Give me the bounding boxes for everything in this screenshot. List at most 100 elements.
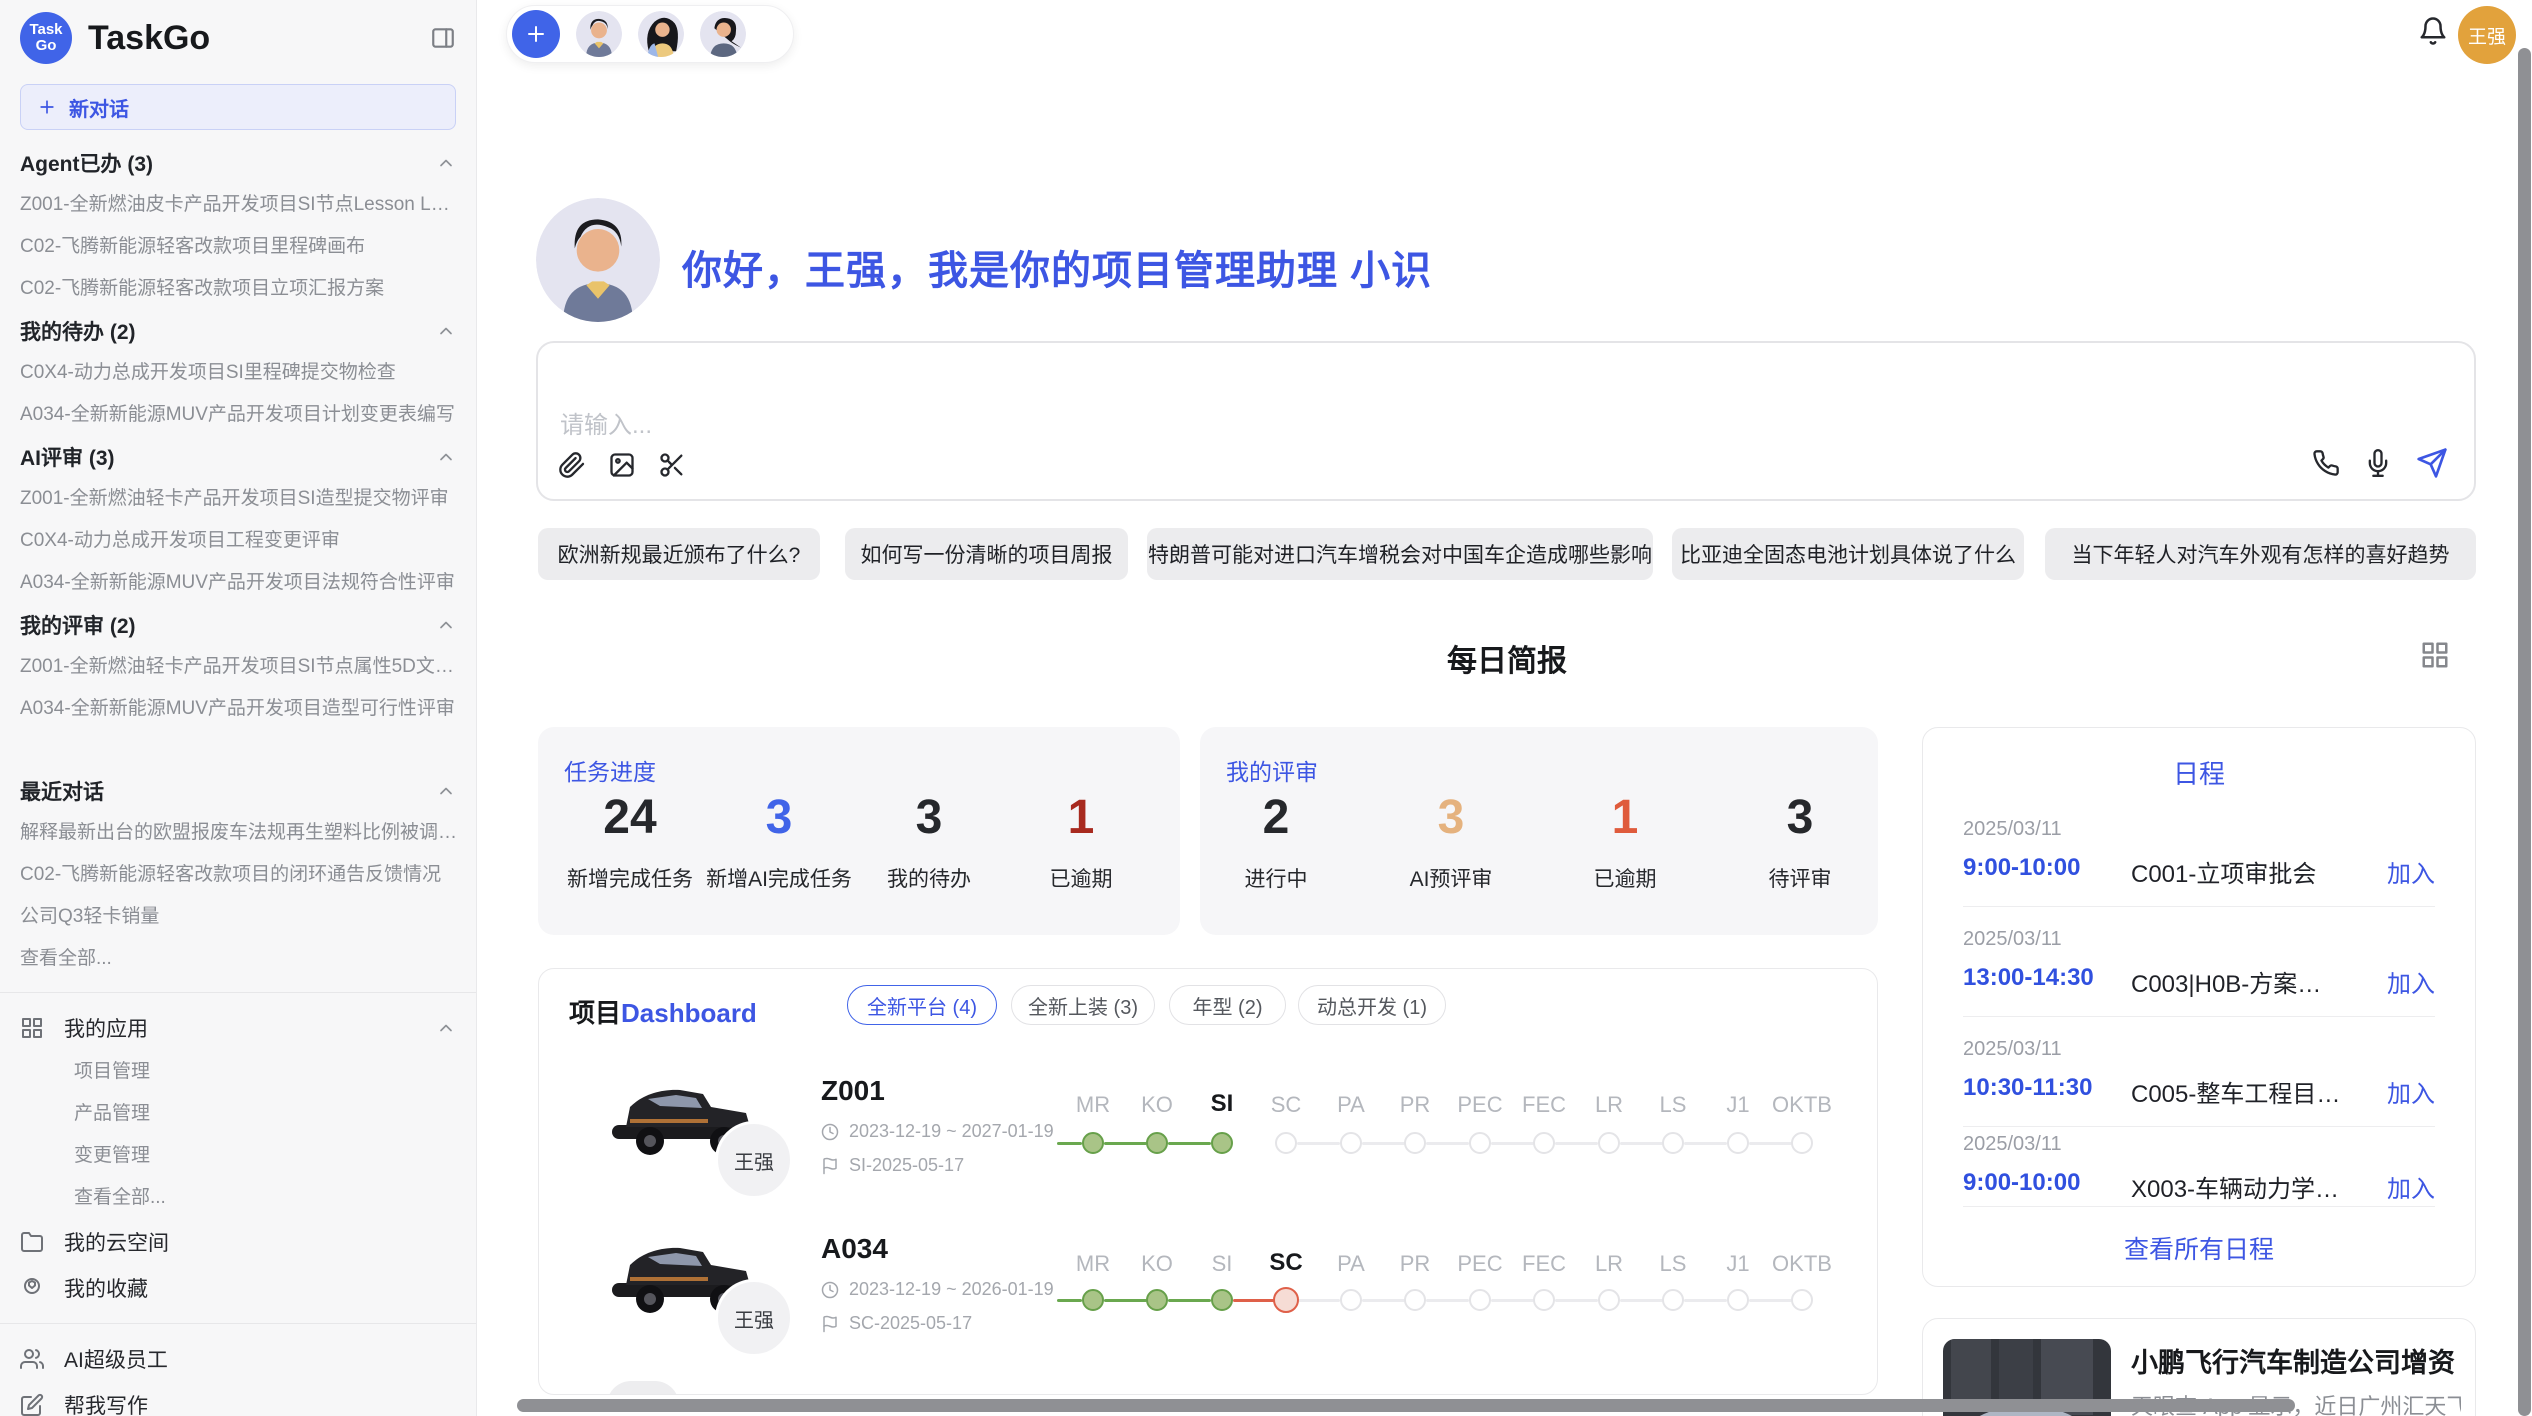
section-recent-chats[interactable]: 最近对话	[0, 770, 476, 812]
sidebar-item-ai-employee[interactable]: AI超级员工	[0, 1336, 476, 1382]
join-button[interactable]: 加入	[2387, 854, 2435, 889]
section-my-todo[interactable]: 我的待办 (2)	[0, 310, 476, 352]
list-item[interactable]: C02-飞腾新能源轻客改款项目的闭环通告反馈情况	[0, 854, 476, 896]
list-item[interactable]: Z001-全新燃油轻卡产品开发项目SI节点属性5D文件评审	[0, 646, 476, 688]
list-item[interactable]: A034-全新新能源MUV产品开发项目法规符合性评审	[0, 562, 476, 604]
event-time: 13:00-14:30	[1963, 964, 2094, 992]
suggestion-chip[interactable]: 特朗普可能对进口汽车增税会对中国车企造成哪些影响	[1147, 528, 1653, 580]
milestone-label: SC	[1269, 1249, 1302, 1277]
section-title: 我的评审 (2)	[20, 610, 136, 640]
tab-new-body[interactable]: 全新上装 (3)	[1011, 985, 1155, 1025]
section-ai-review[interactable]: AI评审 (3)	[0, 436, 476, 478]
chat-input[interactable]: 请输入...	[560, 405, 652, 440]
new-session-button[interactable]	[512, 10, 560, 58]
milestone-node	[1469, 1289, 1491, 1311]
schedule-title: 日程	[1923, 754, 2475, 791]
tab-powertrain[interactable]: 动总开发 (1)	[1298, 985, 1446, 1025]
phone-icon[interactable]	[2312, 449, 2340, 477]
milestone-label: LS	[1660, 1092, 1687, 1118]
card-title: 任务进度	[564, 753, 656, 787]
chat-composer: 请输入...	[536, 341, 2476, 501]
list-item[interactable]: C0X4-动力总成开发项目工程变更评审	[0, 520, 476, 562]
divider	[0, 1323, 476, 1324]
grid-icon	[20, 1016, 44, 1040]
project-dashboard-card: 项目Dashboard 全新平台 (4) 全新上装 (3) 年型 (2) 动总开…	[538, 968, 1878, 1395]
sidebar-item-project-mgmt[interactable]: 项目管理	[0, 1051, 476, 1093]
suggestion-chip[interactable]: 比亚迪全固态电池计划具体说了什么	[1672, 528, 2024, 580]
sidebar-item-favorites[interactable]: 我的收藏	[0, 1265, 476, 1311]
sidebar-item-change-mgmt[interactable]: 变更管理	[0, 1135, 476, 1177]
view-all-apps[interactable]: 查看全部...	[0, 1177, 476, 1219]
send-icon[interactable]	[2416, 447, 2448, 479]
suggestion-chip[interactable]: 当下年轻人对汽车外观有怎样的喜好趋势	[2045, 528, 2476, 580]
divider	[1963, 1206, 2435, 1207]
avatar[interactable]	[700, 11, 746, 57]
list-item[interactable]: C02-飞腾新能源轻客改款项目里程碑画布	[0, 226, 476, 268]
image-icon[interactable]	[608, 451, 636, 479]
milestone-label: LR	[1595, 1092, 1623, 1118]
edit-icon	[20, 1393, 44, 1416]
user-avatar[interactable]: 王强	[2458, 6, 2516, 64]
milestone-node	[1727, 1132, 1749, 1154]
next-row-peek	[607, 1381, 679, 1395]
tab-year-model[interactable]: 年型 (2)	[1169, 985, 1286, 1025]
attachment-icon[interactable]	[558, 451, 586, 479]
stat-value: 3	[1685, 793, 1915, 843]
suggestion-chip[interactable]: 如何写一份清晰的项目周报	[845, 528, 1128, 580]
owner-name: 王强	[734, 1146, 774, 1175]
milestone-label: J1	[1726, 1092, 1749, 1118]
view-all-schedule[interactable]: 查看所有日程	[1923, 1230, 2475, 1266]
project-code[interactable]: Z001	[821, 1075, 885, 1107]
suggestion-chip[interactable]: 欧洲新规最近颁布了什么?	[538, 528, 820, 580]
list-item[interactable]: Z001-全新燃油皮卡产品开发项目SI节点Lesson Learn报告	[0, 184, 476, 226]
mic-icon[interactable]	[2364, 449, 2392, 477]
milestone-node	[1211, 1132, 1233, 1154]
view-all-chats[interactable]: 查看全部...	[0, 938, 476, 980]
join-button[interactable]: 加入	[2387, 1074, 2435, 1109]
list-item[interactable]: A034-全新新能源MUV产品开发项目计划变更表编写	[0, 394, 476, 436]
event-title: C005-整车工程目标评审	[2131, 1074, 2341, 1109]
vertical-scrollbar[interactable]	[2518, 48, 2531, 1416]
milestone-node	[1533, 1132, 1555, 1154]
milestone-label: SI	[1211, 1090, 1234, 1118]
section-agent-done[interactable]: Agent已办 (3)	[0, 142, 476, 184]
project-code[interactable]: A034	[821, 1233, 888, 1265]
greeting-text: 你好，王强，我是你的项目管理助理 小识	[682, 238, 1432, 296]
horizontal-scrollbar[interactable]	[517, 1399, 2295, 1412]
join-button[interactable]: 加入	[2387, 1169, 2435, 1204]
list-item[interactable]: A034-全新新能源MUV产品开发项目造型可行性评审	[0, 688, 476, 730]
join-button[interactable]: 加入	[2387, 964, 2435, 999]
sidebar-item-my-apps[interactable]: 我的应用	[0, 1005, 476, 1051]
milestone-node	[1146, 1289, 1168, 1311]
app-title: TaskGo	[88, 19, 414, 58]
clock-icon	[821, 1281, 839, 1299]
owner-name: 王强	[734, 1304, 774, 1333]
list-item[interactable]: 解释最新出台的欧盟报废车法规再生塑料比例被调至15%...	[0, 812, 476, 854]
new-chat-button[interactable]: 新对话	[20, 84, 456, 130]
list-item[interactable]: Z001-全新燃油轻卡产品开发项目SI造型提交物评审	[0, 478, 476, 520]
event-date: 2025/03/11	[1963, 1133, 2062, 1156]
avatar[interactable]	[638, 11, 684, 57]
project-flag: SC-2025-05-17	[821, 1313, 972, 1334]
scissors-icon[interactable]	[658, 451, 686, 479]
list-item[interactable]: C02-飞腾新能源轻客改款项目立项汇报方案	[0, 268, 476, 310]
sidebar-collapse-icon[interactable]	[430, 25, 456, 51]
milestone-label: FEC	[1522, 1092, 1566, 1118]
logo-line1: Task	[29, 22, 62, 38]
sidebar-item-product-mgmt[interactable]: 产品管理	[0, 1093, 476, 1135]
list-item[interactable]: C0X4-动力总成开发项目SI里程碑提交物检查	[0, 352, 476, 394]
notification-bell-icon[interactable]	[2418, 16, 2448, 46]
list-item[interactable]: 公司Q3轻卡销量	[0, 896, 476, 938]
tab-new-platform[interactable]: 全新平台 (4)	[847, 985, 997, 1025]
layout-grid-icon[interactable]	[2420, 640, 2450, 670]
milestone-node	[1598, 1289, 1620, 1311]
milestone-node	[1469, 1132, 1491, 1154]
milestone-label: PR	[1400, 1092, 1431, 1118]
event-date: 2025/03/11	[1963, 818, 2062, 841]
section-my-review[interactable]: 我的评审 (2)	[0, 604, 476, 646]
avatar[interactable]	[576, 11, 622, 57]
sidebar-item-cloud-space[interactable]: 我的云空间	[0, 1219, 476, 1265]
sidebar-item-help-write[interactable]: 帮我写作	[0, 1382, 476, 1416]
milestone-label: PEC	[1457, 1092, 1502, 1118]
milestone-label: J1	[1726, 1251, 1749, 1277]
